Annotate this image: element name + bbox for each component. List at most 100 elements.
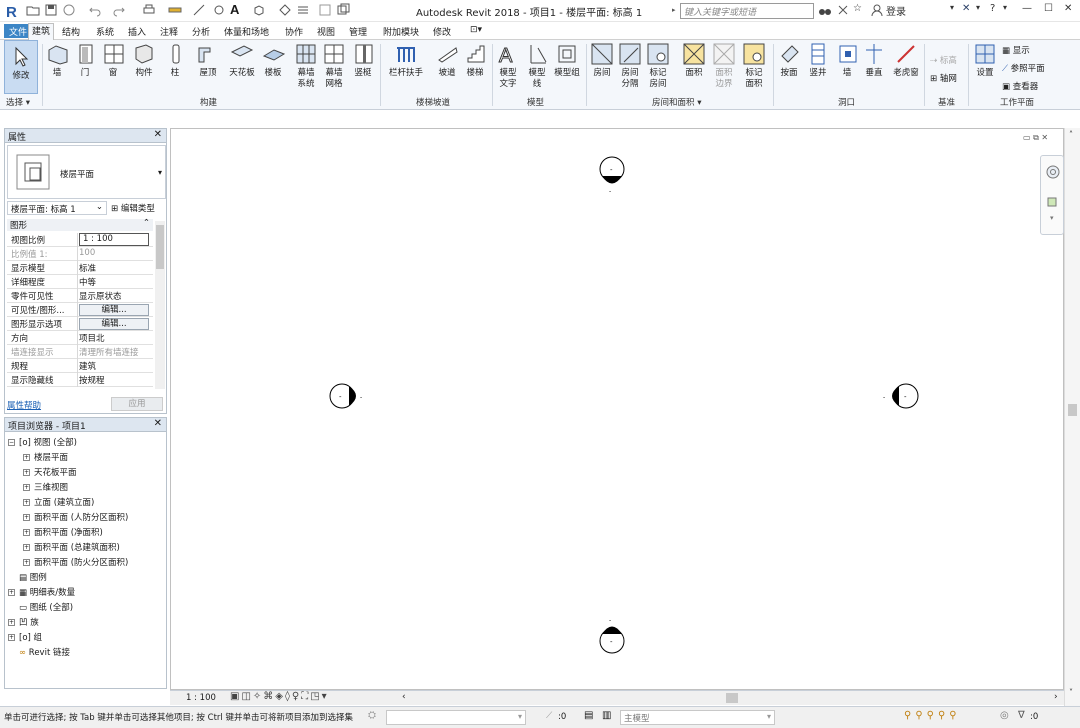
- tab-systems[interactable]: 系统: [96, 25, 114, 39]
- tab-addins[interactable]: 附加模块: [383, 25, 419, 39]
- instance-selector[interactable]: 楼层平面: 标高 1 ⌄: [7, 201, 107, 215]
- background-processes-icon[interactable]: ◎: [1000, 710, 1009, 721]
- type-selector[interactable]: 楼层平面 ▾: [7, 145, 166, 199]
- tab-collaborate[interactable]: 协作: [285, 25, 303, 39]
- prop-discipline[interactable]: 规程 建筑: [7, 359, 153, 373]
- graphics-category[interactable]: 图形 ⌃: [7, 218, 153, 231]
- scroll-left-icon[interactable]: ‹: [402, 692, 406, 702]
- view-control-icons[interactable]: ▣◫✧⌘◈◊♀⛶◳▾: [230, 691, 329, 702]
- by-face-button[interactable]: 按面: [778, 42, 800, 79]
- tab-options-icon[interactable]: ⊡▾: [470, 25, 482, 39]
- tree-legends[interactable]: ▤ 图例: [19, 571, 47, 583]
- scroll-right-icon[interactable]: ›: [1054, 692, 1058, 702]
- tree-schedules[interactable]: + ▦ 明细表/数量: [8, 586, 75, 598]
- area-button[interactable]: 面积: [682, 42, 706, 79]
- tree-area-plan-net[interactable]: + 面积平面 (净面积): [23, 526, 103, 538]
- curtain-system-button[interactable]: 幕墙系统: [294, 42, 318, 90]
- editable-only-icon[interactable]: ⟋: [546, 711, 552, 721]
- floor-button[interactable]: 楼板: [262, 42, 286, 79]
- tree-area-plan-civil[interactable]: + 面积平面 (人防分区面积): [23, 511, 128, 523]
- thin-lines-icon[interactable]: [296, 3, 310, 17]
- room-separator-button[interactable]: 房间分隔: [618, 42, 642, 90]
- model-text-button[interactable]: A 模型文字: [496, 42, 520, 90]
- set-workplane-button[interactable]: 设置: [972, 42, 998, 79]
- subscription-icon[interactable]: [836, 3, 850, 17]
- prop-hidden-lines[interactable]: 显示隐藏线 按规程: [7, 373, 153, 387]
- model-line-button[interactable]: 模型线: [526, 42, 548, 90]
- close-icon[interactable]: ✕: [154, 418, 162, 429]
- column-button[interactable]: 柱: [164, 42, 186, 79]
- exchange-apps-icon[interactable]: ✕: [962, 3, 970, 14]
- tag-area-button[interactable]: 标记面积: [742, 42, 766, 90]
- elevation-marker-west[interactable]: - -: [329, 383, 362, 409]
- show-workplane-button[interactable]: ▦ 显示: [1002, 44, 1030, 56]
- tag-icon[interactable]: [212, 3, 226, 17]
- curtain-grid-button[interactable]: 幕墙网格: [322, 42, 346, 90]
- redo-icon[interactable]: [112, 3, 126, 17]
- ramp-button[interactable]: 坡道: [436, 42, 458, 79]
- tab-structure[interactable]: 结构: [62, 25, 80, 39]
- select-panel-label[interactable]: 选择 ▾: [6, 96, 30, 108]
- gdo-edit-button[interactable]: 编辑...: [79, 318, 149, 330]
- dormer-button[interactable]: 老虎窗: [890, 42, 922, 79]
- design-options-icon[interactable]: ▤: [584, 710, 593, 721]
- login-label[interactable]: 登录: [886, 3, 906, 18]
- workset-selector[interactable]: ▾: [386, 710, 526, 725]
- maximize-button[interactable]: ☐: [1044, 3, 1053, 14]
- steering-wheel-icon[interactable]: [1045, 164, 1061, 180]
- tab-massing-site[interactable]: 体量和场地: [224, 25, 269, 39]
- apply-button[interactable]: 应用: [111, 397, 163, 411]
- binoculars-icon[interactable]: [818, 3, 832, 17]
- stair-button[interactable]: 楼梯: [464, 42, 486, 79]
- selection-toggle-icons[interactable]: ⚲⚲⚲⚲⚲: [904, 710, 961, 721]
- login-dropdown-icon[interactable]: ▾: [950, 3, 954, 12]
- tab-annotate[interactable]: 注释: [160, 25, 178, 39]
- room-button[interactable]: 房间: [590, 42, 614, 79]
- user-icon[interactable]: [870, 3, 884, 17]
- tree-groups[interactable]: + [o] 组: [8, 631, 42, 643]
- tab-modify[interactable]: 修改: [433, 25, 451, 39]
- nav-dropdown-icon[interactable]: ▾: [1050, 214, 1054, 222]
- edit-type-button[interactable]: ⊞ 编辑类型: [111, 202, 155, 214]
- print-icon[interactable]: [142, 3, 156, 17]
- prop-display-model[interactable]: 显示模型 标准: [7, 261, 153, 275]
- prop-parts-visibility[interactable]: 零件可见性 显示原状态: [7, 289, 153, 303]
- tab-analyze[interactable]: 分析: [192, 25, 210, 39]
- section-icon[interactable]: [278, 3, 292, 17]
- area-boundary-button[interactable]: 面积边界: [712, 42, 736, 90]
- tree-ceiling-plans[interactable]: + 天花板平面: [23, 466, 77, 478]
- door-button[interactable]: 门: [74, 42, 96, 79]
- design-option-selector[interactable]: 主模型 ▾: [620, 710, 775, 725]
- ref-plane-button[interactable]: ⟋ 参照平面: [1002, 62, 1045, 74]
- save-icon[interactable]: [44, 3, 58, 17]
- elevation-marker-south[interactable]: - -: [599, 617, 625, 654]
- tag-room-button[interactable]: 标记房间: [646, 42, 670, 90]
- scroll-thumb[interactable]: [1068, 404, 1077, 416]
- model-group-button[interactable]: 模型组: [554, 42, 580, 79]
- filter-icon[interactable]: ∇: [1018, 710, 1025, 721]
- 3d-view-icon[interactable]: [252, 3, 266, 17]
- switch-windows-icon[interactable]: [336, 3, 350, 17]
- close-hidden-icon[interactable]: [318, 3, 332, 17]
- search-expand-icon[interactable]: ▸: [672, 6, 676, 14]
- wall-opening-button[interactable]: 墙: [836, 42, 858, 79]
- undo-icon[interactable]: [88, 3, 102, 17]
- dimension-icon[interactable]: [192, 3, 206, 17]
- elevation-marker-north[interactable]: - -: [599, 156, 625, 195]
- view-window-controls[interactable]: ▭ ⧉ ✕: [1023, 133, 1048, 143]
- help-dropdown-icon[interactable]: ▾: [1003, 3, 1007, 12]
- zoom-icon[interactable]: [1046, 196, 1060, 210]
- properties-help-link[interactable]: 属性帮助: [7, 399, 41, 411]
- text-icon[interactable]: A: [230, 2, 239, 17]
- grid-button[interactable]: ⊞ 轴网: [930, 72, 957, 84]
- main-model-icon[interactable]: ▥: [602, 710, 611, 721]
- level-button[interactable]: ⇢ 标高: [930, 54, 957, 66]
- tab-insert[interactable]: 插入: [128, 25, 146, 39]
- shaft-button[interactable]: 竖井: [806, 42, 830, 79]
- sync-icon[interactable]: [62, 3, 76, 17]
- drawing-canvas[interactable]: - - - - - - - - ▭ ⧉ ✕: [170, 128, 1064, 690]
- hscroll-thumb[interactable]: [726, 693, 738, 703]
- room-panel-label[interactable]: 房间和面积 ▾: [652, 96, 701, 108]
- viewer-button[interactable]: ▣ 查看器: [1002, 80, 1038, 92]
- tree-elevations[interactable]: + 立面 (建筑立面): [23, 496, 94, 508]
